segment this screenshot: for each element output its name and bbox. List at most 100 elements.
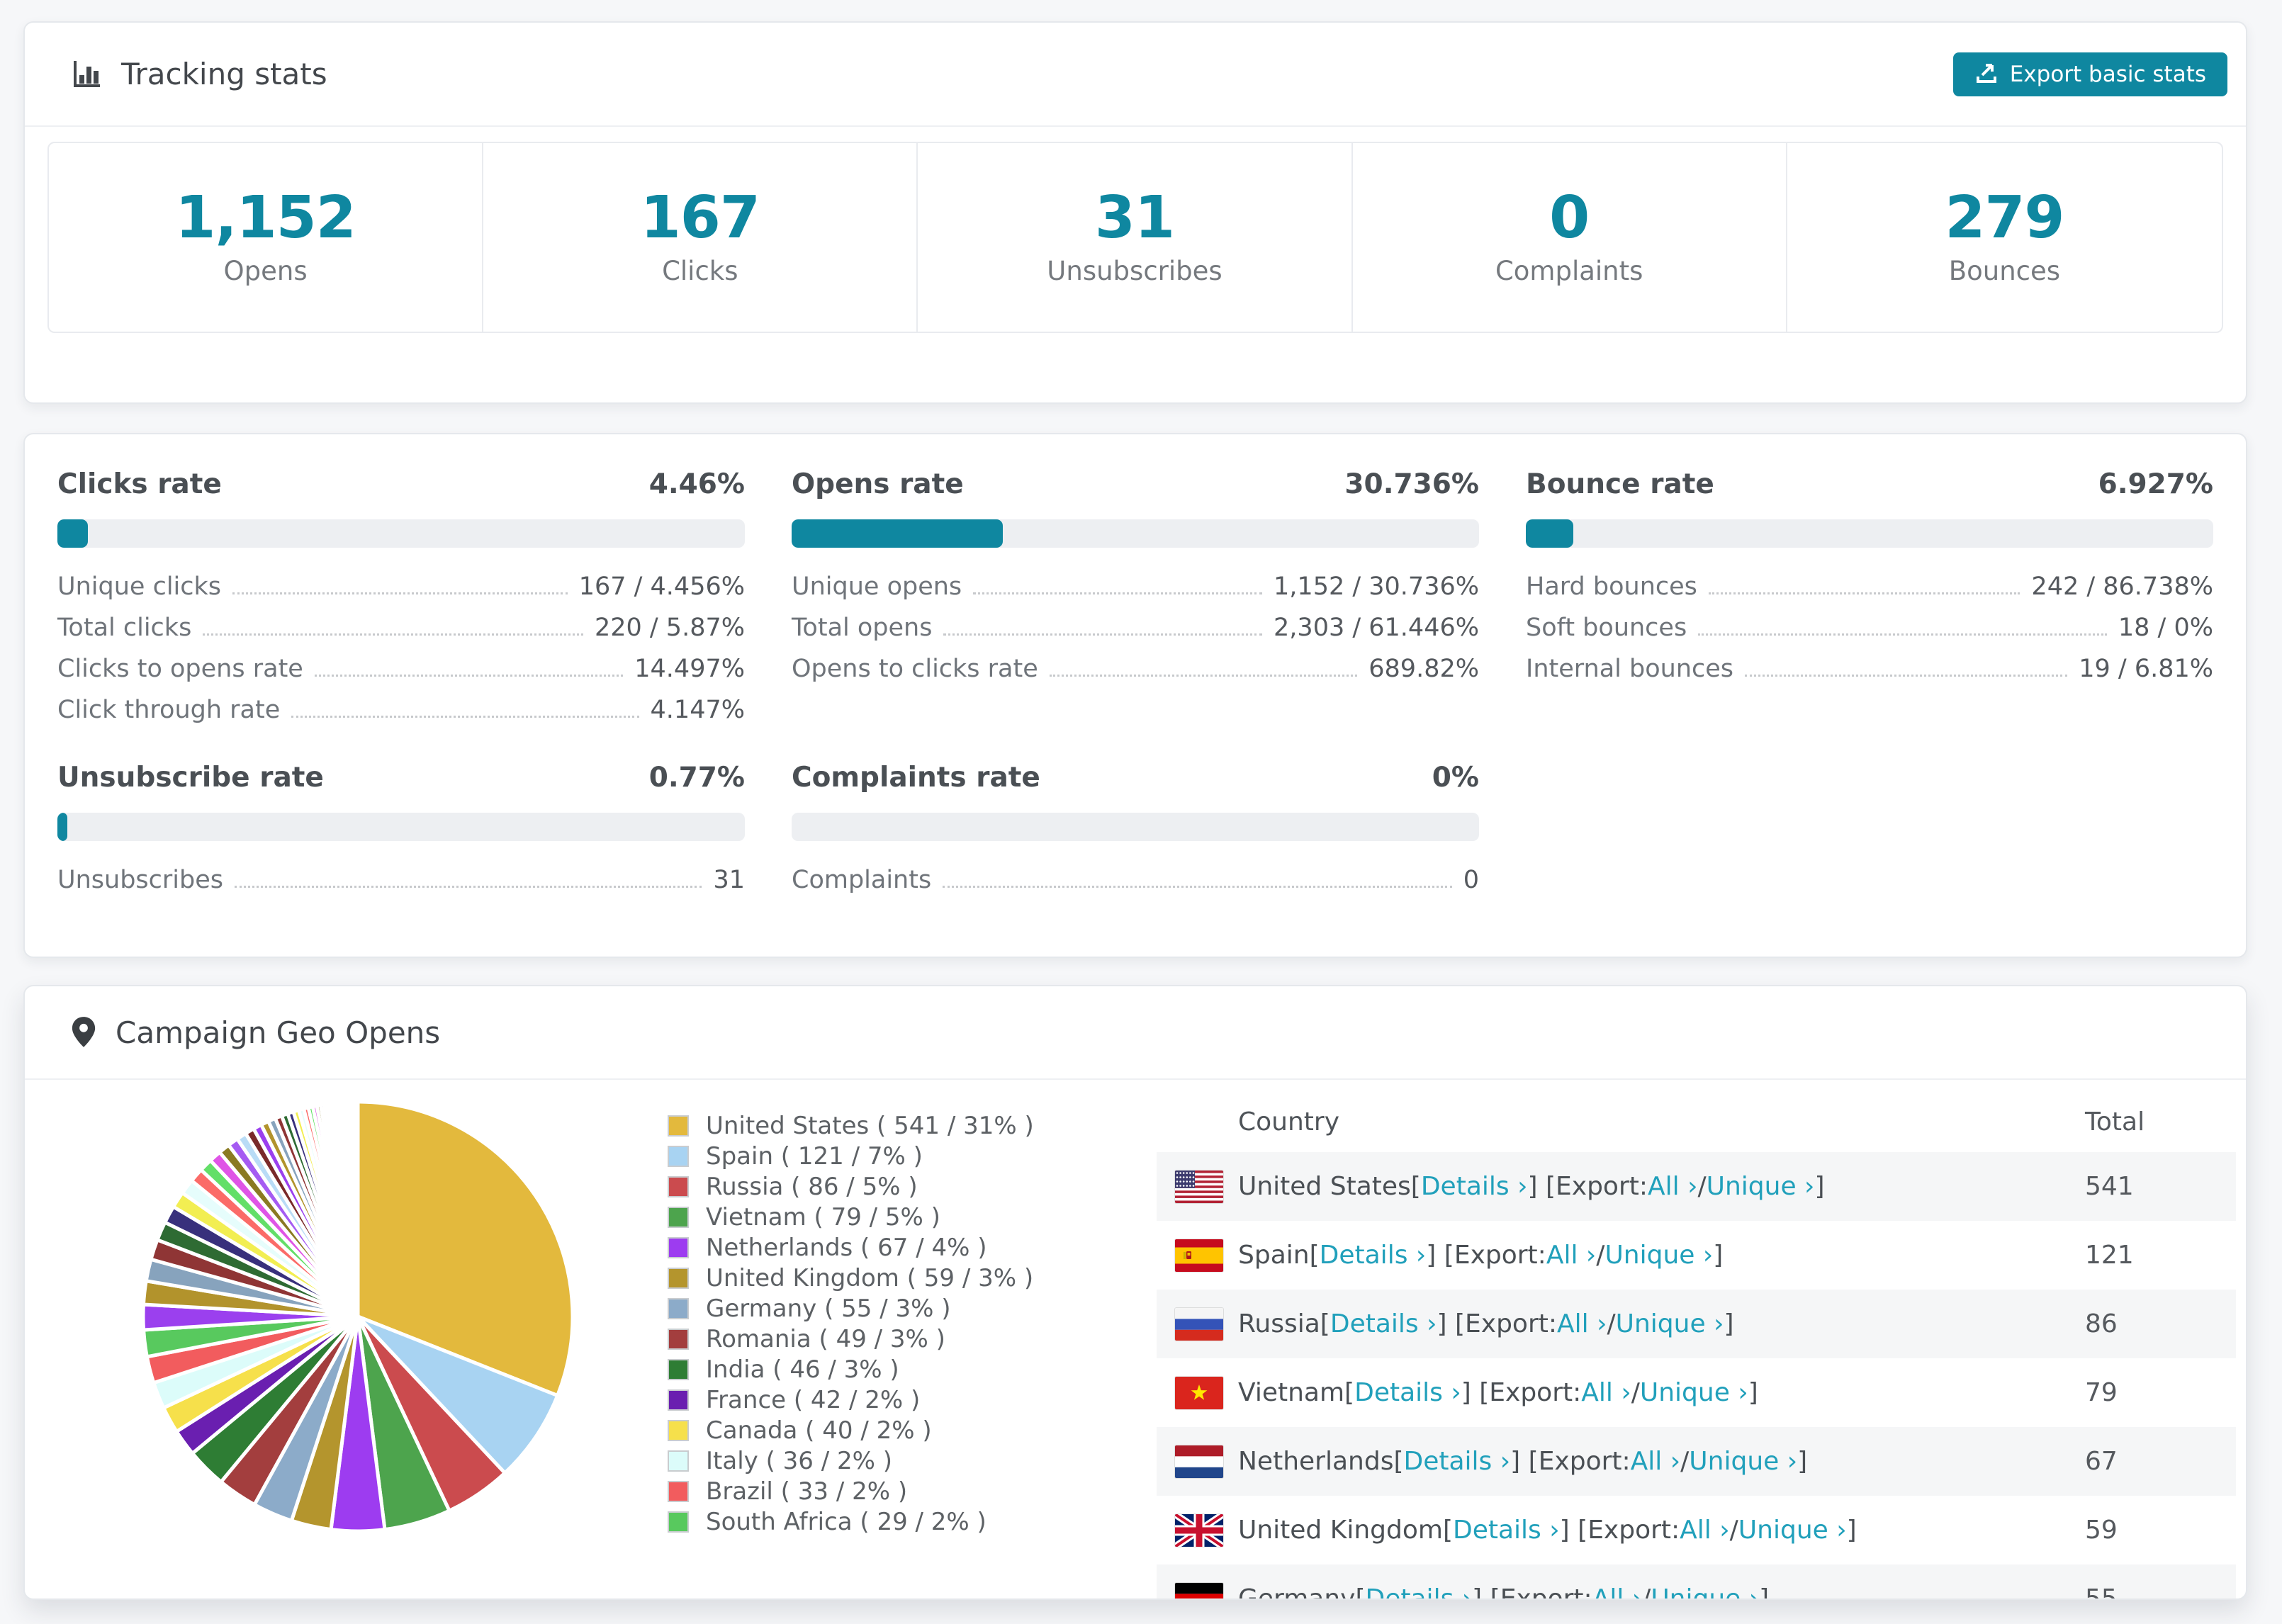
country-name: Germany	[1238, 1584, 1356, 1600]
rate-detail-label: Internal bounces	[1526, 655, 1734, 683]
table-row-united-states: United States [Details ›] [Export: All ›…	[1157, 1152, 2236, 1221]
legend-label: Italy ( 36 / 2% )	[706, 1446, 892, 1475]
rate-detail-label: Soft bounces	[1526, 614, 1687, 642]
rate-detail-label: Unique opens	[792, 573, 962, 601]
export-unique-link[interactable]: Unique ›	[1616, 1309, 1724, 1338]
stat-card-unsubscribes: 31 Unsubscribes	[918, 143, 1353, 332]
rate-progress-bar	[792, 813, 1479, 841]
rate-detail-row: Unique clicks 167 / 4.456%	[57, 566, 745, 607]
legend-swatch	[668, 1297, 689, 1319]
stat-label: Clicks	[662, 255, 738, 286]
country-name: Spain	[1238, 1241, 1310, 1270]
details-link[interactable]: Details ›	[1404, 1447, 1511, 1476]
flag-icon-nl	[1175, 1445, 1223, 1478]
legend-swatch	[668, 1511, 689, 1533]
rate-title: Unsubscribe rate	[57, 762, 324, 794]
stat-card-complaints: 0 Complaints	[1353, 143, 1787, 332]
export-all-link[interactable]: All ›	[1631, 1447, 1680, 1476]
separator: /	[1607, 1309, 1616, 1338]
legend-swatch	[668, 1115, 689, 1137]
rate-progress-fill	[57, 519, 89, 548]
legend-item-france: France ( 42 / 2% )	[668, 1385, 1034, 1415]
export-prefix: ] [Export:	[1437, 1309, 1558, 1338]
export-all-link[interactable]: All ›	[1546, 1241, 1596, 1270]
legend-label: Russia ( 86 / 5% )	[706, 1172, 918, 1201]
separator: /	[1642, 1584, 1651, 1600]
separator: /	[1729, 1516, 1738, 1545]
details-link[interactable]: Details ›	[1366, 1584, 1473, 1598]
rate-block-unsubscribe-rate: Unsubscribe rate 0.77% Unsubscribes 31	[57, 762, 745, 901]
export-all-link[interactable]: All ›	[1648, 1172, 1697, 1201]
stat-card-clicks: 167 Clicks	[483, 143, 918, 332]
stat-value: 1,152	[175, 184, 356, 252]
details-link[interactable]: Details ›	[1453, 1516, 1560, 1545]
table-row-vietnam: Vietnam [Details ›] [Export: All › / Uni…	[1157, 1358, 2236, 1427]
export-all-link[interactable]: All ›	[1680, 1516, 1729, 1545]
table-row-germany: Germany [Details ›] [Export: All › / Uni…	[1157, 1564, 2236, 1600]
rate-title: Complaints rate	[792, 762, 1040, 794]
rate-detail-row: Internal bounces 19 / 6.81%	[1526, 648, 2213, 689]
bracket: [	[1442, 1516, 1453, 1545]
rate-value: 0%	[1432, 762, 1479, 794]
legend-label: United States ( 541 / 31% )	[706, 1111, 1034, 1140]
rate-title: Bounce rate	[1526, 468, 1714, 500]
export-unique-link[interactable]: Unique ›	[1651, 1584, 1759, 1598]
rate-progress-fill	[792, 519, 1004, 548]
export-button-label: Export basic stats	[2009, 61, 2206, 87]
dotted-leader	[943, 633, 1263, 636]
flag-icon-ru	[1175, 1307, 1223, 1341]
export-unique-link[interactable]: Unique ›	[1640, 1378, 1748, 1407]
export-all-link[interactable]: All ›	[1581, 1378, 1631, 1407]
stat-label: Unsubscribes	[1047, 255, 1222, 286]
legend-item-india: India ( 46 / 3% )	[668, 1354, 1034, 1385]
export-unique-link[interactable]: Unique ›	[1738, 1516, 1847, 1545]
geo-pie-chart[interactable]	[131, 1090, 585, 1543]
rate-detail-row: Click through rate 4.147%	[57, 689, 745, 731]
export-unique-link[interactable]: Unique ›	[1707, 1172, 1815, 1201]
bracket: ]	[1724, 1309, 1734, 1338]
bracket: [	[1344, 1378, 1355, 1407]
stat-label: Opens	[223, 255, 308, 286]
rate-detail-row: Unsubscribes 31	[57, 859, 745, 901]
country-total: 67	[2085, 1447, 2118, 1476]
rate-detail-row: Soft bounces 18 / 0%	[1526, 607, 2213, 648]
details-link[interactable]: Details ›	[1354, 1378, 1461, 1407]
stat-label: Bounces	[1948, 255, 2061, 286]
export-prefix: ] [Export:	[1472, 1584, 1592, 1600]
legend-label: Canada ( 40 / 2% )	[706, 1416, 932, 1445]
rate-detail-value: 0	[1463, 866, 1479, 894]
rates-grid: Clicks rate 4.46% Unique clicks 167 / 4.456…	[25, 434, 2246, 901]
country-total: 59	[2085, 1516, 2118, 1545]
pie-slice[interactable]	[355, 1100, 360, 1317]
export-unique-link[interactable]: Unique ›	[1689, 1447, 1797, 1476]
rate-block-bounce-rate: Bounce rate 6.927% Hard bounces 242 / 86.73…	[1526, 468, 2213, 731]
legend-swatch	[668, 1145, 689, 1167]
bracket: ]	[1797, 1447, 1808, 1476]
export-all-link[interactable]: All ›	[1557, 1309, 1607, 1338]
flag-icon-es	[1175, 1239, 1223, 1272]
export-prefix: ] [Export:	[1527, 1172, 1648, 1201]
rate-detail-value: 4.147%	[650, 696, 745, 724]
dotted-leader	[943, 885, 1452, 888]
details-link[interactable]: Details ›	[1421, 1172, 1528, 1201]
tracking-stats-title: Tracking stats	[70, 57, 327, 91]
dotted-leader	[203, 633, 583, 636]
rate-progress-fill	[1526, 519, 1574, 548]
page-title: Tracking stats	[121, 57, 327, 91]
bracket: [	[1393, 1447, 1404, 1476]
export-unique-link[interactable]: Unique ›	[1604, 1241, 1713, 1270]
rate-detail-label: Unique clicks	[57, 573, 222, 601]
export-basic-stats-button[interactable]: Export basic stats	[1952, 52, 2227, 96]
legend-label: Netherlands ( 67 / 4% )	[706, 1233, 987, 1262]
rate-block-clicks-rate: Clicks rate 4.46% Unique clicks 167 / 4.456…	[57, 468, 745, 731]
legend-swatch	[668, 1419, 689, 1441]
rate-detail-row: Opens to clicks rate 689.82%	[792, 648, 1479, 689]
details-link[interactable]: Details ›	[1330, 1309, 1437, 1338]
legend-item-united-states: United States ( 541 / 31% )	[668, 1110, 1034, 1141]
export-all-link[interactable]: All ›	[1592, 1584, 1642, 1598]
legend-swatch	[668, 1206, 689, 1228]
details-link[interactable]: Details ›	[1320, 1241, 1427, 1270]
legend-item-romania: Romania ( 49 / 3% )	[668, 1324, 1034, 1354]
export-prefix: ] [Export:	[1559, 1516, 1680, 1545]
dotted-leader	[291, 715, 639, 718]
